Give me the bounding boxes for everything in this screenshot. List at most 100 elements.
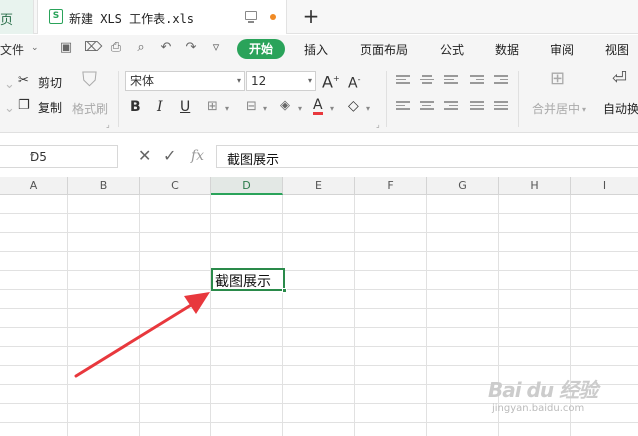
cut-button[interactable]: 剪切: [38, 74, 62, 91]
chevron-down-icon[interactable]: ▾: [225, 101, 229, 117]
grid-line: [0, 308, 638, 309]
selected-cell-d5[interactable]: 截图展示: [211, 268, 285, 291]
monitor-icon[interactable]: [245, 11, 257, 23]
undo-icon[interactable]: ↶: [159, 41, 173, 55]
font-launcher-icon[interactable]: ⌟: [376, 117, 380, 133]
wrap-text-icon[interactable]: ⏎: [612, 70, 627, 88]
column-header-i[interactable]: I: [571, 177, 638, 195]
unsaved-dot-icon[interactable]: [270, 14, 276, 20]
font-name-select[interactable]: 宋体 ▾: [125, 71, 245, 91]
chevron-down-icon[interactable]: ⌄: [31, 43, 39, 53]
align-left-icon[interactable]: [396, 101, 410, 113]
column-header-g[interactable]: G: [427, 177, 499, 195]
chevron-down-icon: ▾: [30, 151, 35, 160]
border-icon[interactable]: ⊞: [207, 99, 218, 115]
insert-function-button[interactable]: fx: [191, 148, 204, 164]
underline-button[interactable]: U: [180, 99, 190, 115]
chevron-down-icon[interactable]: ▾: [330, 101, 334, 117]
selected-cell-text: 截图展示: [215, 274, 271, 290]
chevron-down-icon[interactable]: ▾: [582, 102, 586, 118]
tab-data[interactable]: 数据: [495, 41, 519, 58]
fill-color-icon[interactable]: ◈: [280, 98, 290, 114]
eraser-icon[interactable]: ◇: [348, 98, 359, 114]
align-bottom-icon[interactable]: [444, 75, 458, 87]
decrease-font-icon[interactable]: A-: [348, 72, 360, 92]
tab-previous[interactable]: 页: [0, 0, 34, 34]
tab-title: 新建 XLS 工作表.xls: [69, 12, 195, 26]
paste-caret-icon-2[interactable]: ⌄: [4, 101, 15, 117]
font-size-select[interactable]: 12 ▾: [246, 71, 316, 91]
indent-decrease-icon[interactable]: [470, 75, 484, 87]
tab-insert[interactable]: 插入: [304, 41, 328, 58]
tab-formulas[interactable]: 公式: [440, 41, 464, 58]
merge-center-icon[interactable]: ⊞: [550, 70, 565, 88]
redo-icon[interactable]: ↷: [184, 41, 198, 55]
xls-file-icon: S: [49, 9, 63, 24]
copy-button[interactable]: 复制: [38, 99, 62, 116]
column-header-c[interactable]: C: [140, 177, 211, 195]
paste-caret-icon[interactable]: ⌄: [4, 77, 15, 93]
increase-font-icon[interactable]: A+: [322, 71, 340, 90]
align-top-icon[interactable]: [396, 75, 410, 87]
divider: [386, 71, 387, 127]
watermark-logo: Bai du 经验 jingyan.baidu.com: [488, 372, 608, 418]
formula-bar: D5 ▾ ✕ ✓ fx 截图展示: [0, 145, 638, 169]
justify-icon[interactable]: [470, 101, 484, 113]
scissors-icon[interactable]: ✂: [18, 73, 29, 89]
column-header-d[interactable]: D: [211, 177, 283, 195]
column-header-e[interactable]: E: [283, 177, 355, 195]
grid-line: [0, 213, 638, 214]
column-header-a[interactable]: A: [0, 177, 68, 195]
tab-start[interactable]: 开始: [237, 39, 285, 59]
tab-page-layout[interactable]: 页面布局: [360, 41, 408, 58]
grid-line: [0, 270, 638, 271]
new-tab-button[interactable]: +: [300, 5, 322, 27]
watermark-url: jingyan.baidu.com: [492, 403, 585, 414]
tab-active-document[interactable]: S 新建 XLS 工作表.xls: [37, 0, 287, 34]
name-box[interactable]: D5 ▾: [0, 145, 118, 168]
grid-line: [0, 289, 638, 290]
ribbon-toolbar: ⌄ ⌄ ✂ 剪切 ❐ 复制 ⛉ 格式刷 ⌟ 宋体 ▾ 12 ▾ A+ A- B …: [0, 63, 638, 133]
indent-increase-icon[interactable]: [494, 75, 508, 87]
print-icon[interactable]: ⎙: [109, 41, 123, 55]
grid-line: [0, 251, 638, 252]
merge-center-button[interactable]: 合并居中: [532, 100, 580, 117]
format-painter-button[interactable]: 格式刷: [72, 100, 108, 117]
fill-handle[interactable]: [282, 288, 287, 293]
distributed-icon[interactable]: [494, 101, 508, 113]
merge-cells-icon[interactable]: ⊟: [246, 99, 257, 115]
align-middle-icon[interactable]: [420, 75, 434, 87]
bold-button[interactable]: B: [130, 99, 141, 115]
chevron-down-icon[interactable]: ▾: [298, 101, 302, 117]
format-painter-small-icon[interactable]: ⌦: [84, 41, 102, 55]
confirm-icon[interactable]: ✓: [163, 146, 176, 165]
font-color-button[interactable]: A: [313, 98, 323, 115]
chevron-down-icon[interactable]: ▾: [366, 101, 370, 117]
font-size-value: 12: [251, 74, 267, 88]
align-center-icon[interactable]: [420, 101, 434, 113]
tab-review[interactable]: 审阅: [550, 41, 574, 58]
font-name-value: 宋体: [130, 74, 155, 88]
clipboard-launcher-icon[interactable]: ⌟: [106, 117, 110, 133]
column-header-h[interactable]: H: [499, 177, 571, 195]
copy-icon[interactable]: ❐: [18, 98, 30, 114]
watermark-text: Bai du 经验: [488, 378, 598, 402]
column-header-f[interactable]: F: [355, 177, 427, 195]
align-right-icon[interactable]: [444, 101, 458, 113]
chevron-down-icon[interactable]: ▾: [263, 101, 267, 117]
column-header-b[interactable]: B: [68, 177, 140, 195]
format-painter-icon[interactable]: ⛉: [82, 69, 97, 89]
print-preview-icon[interactable]: ⌕: [134, 41, 148, 55]
cancel-icon[interactable]: ✕: [138, 146, 151, 165]
tab-view[interactable]: 视图: [605, 41, 629, 58]
menu-file[interactable]: 文件: [0, 41, 24, 58]
grid-line: [0, 232, 638, 233]
formula-input-value: 截图展示: [227, 153, 280, 168]
divider: [518, 71, 519, 127]
menu-bar: 文件 ⌄ ▣ ⌦ ⎙ ⌕ ↶ ↷ ▿ 开始 插入 页面布局 公式 数据 审阅 视…: [0, 35, 638, 63]
wrap-text-button[interactable]: 自动换: [603, 100, 638, 117]
italic-button[interactable]: I: [157, 99, 163, 115]
customize-caret-icon[interactable]: ▿: [209, 41, 223, 55]
save-icon[interactable]: ▣: [59, 41, 73, 55]
formula-input[interactable]: 截图展示: [216, 145, 638, 168]
